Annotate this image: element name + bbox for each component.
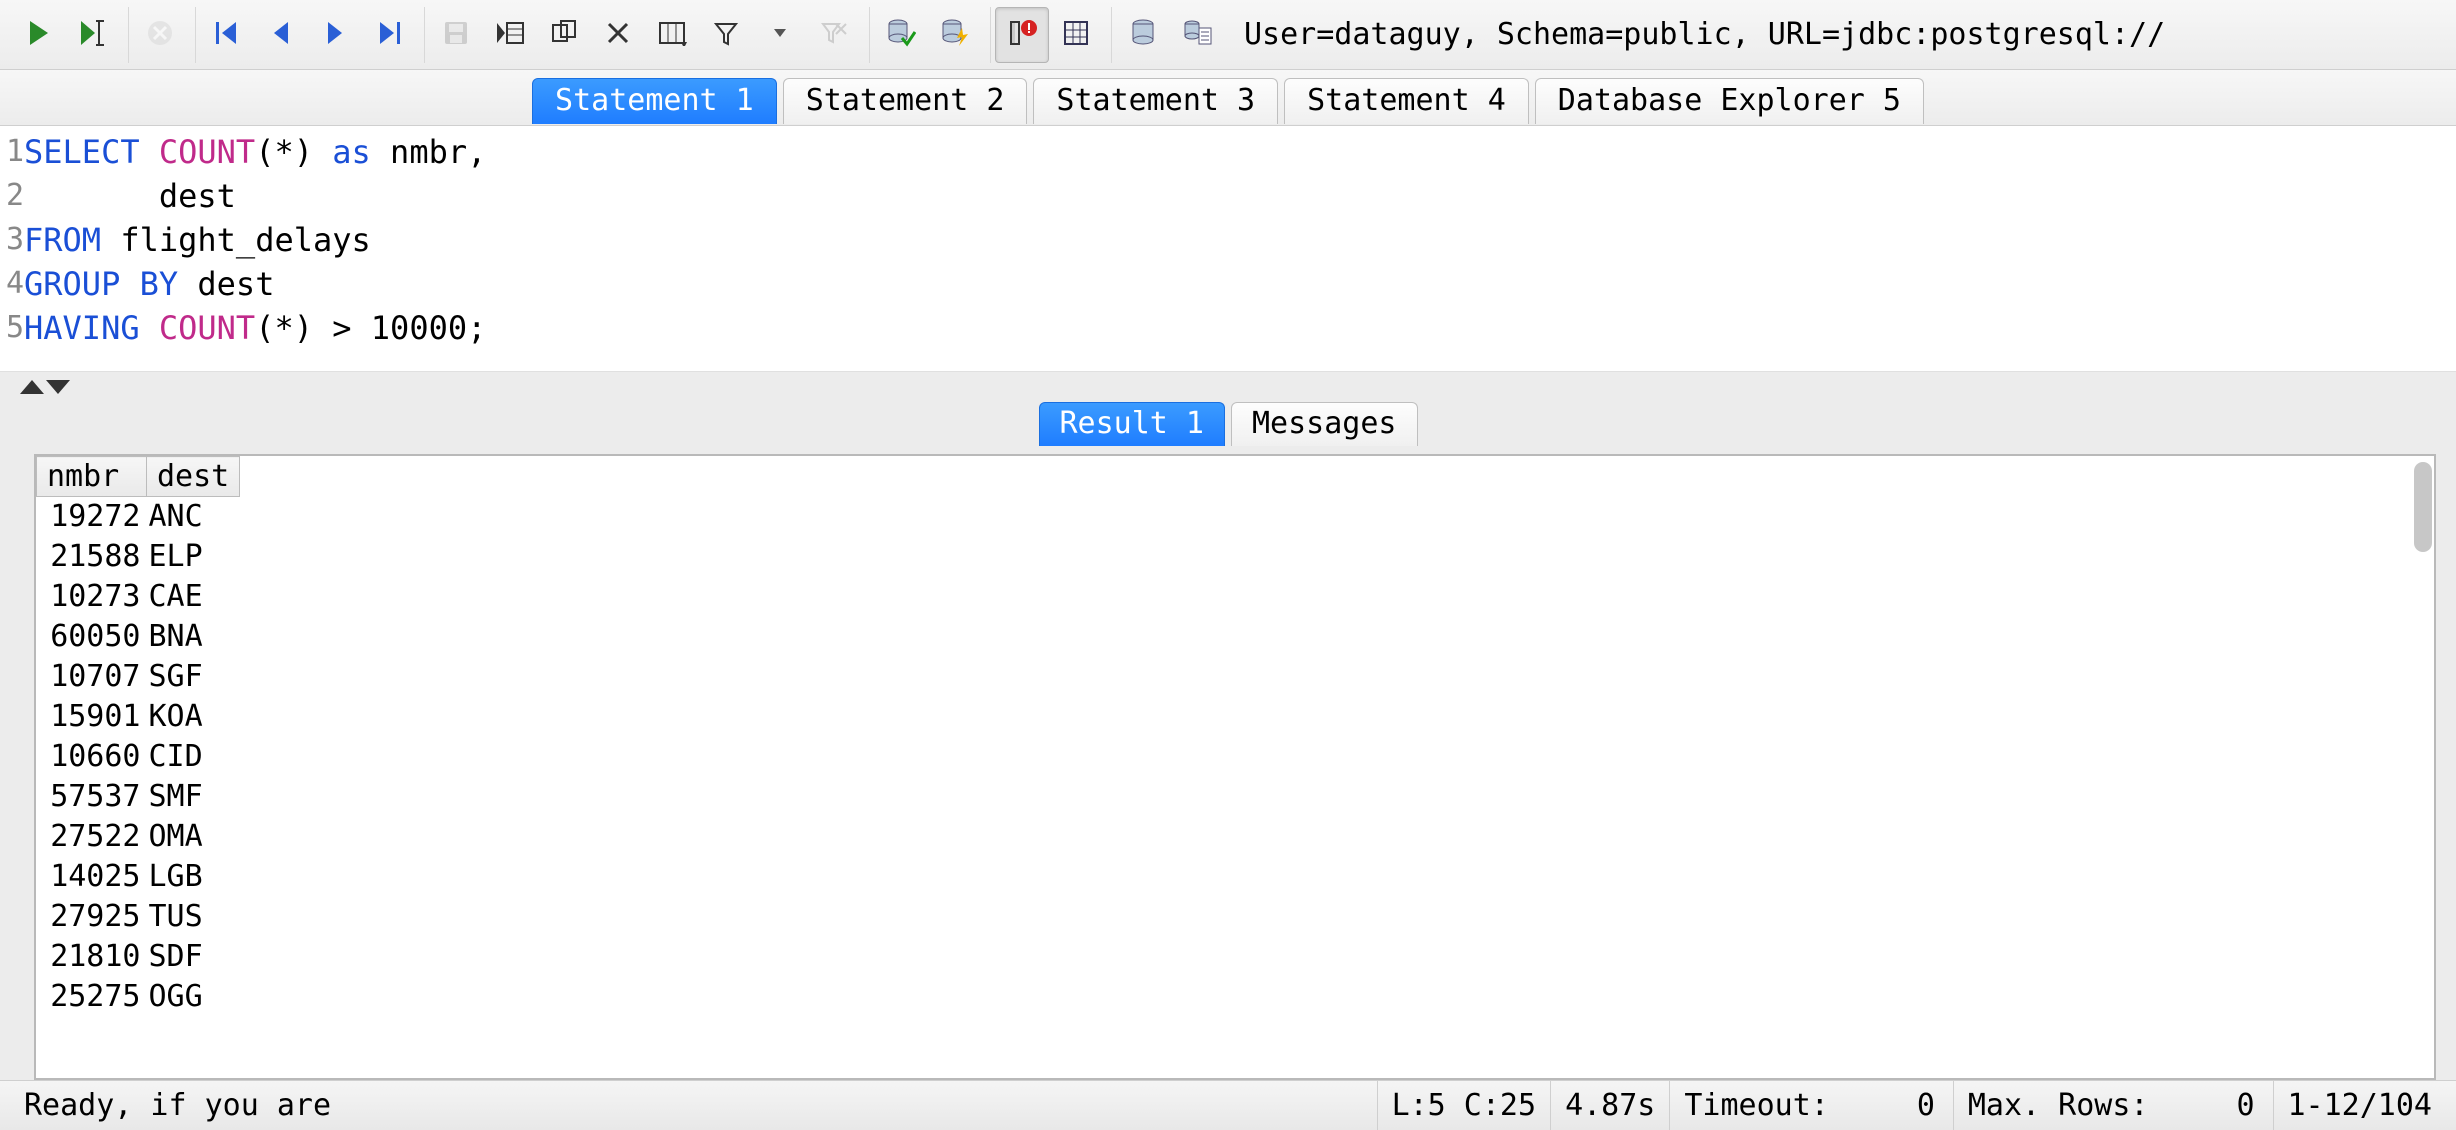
insert-row-icon: [495, 19, 525, 50]
maxrows-label: Max. Rows:: [1968, 1088, 2149, 1123]
columns-icon: [657, 20, 687, 49]
funnel-clear-icon: [820, 20, 848, 49]
save-button[interactable]: [429, 7, 483, 63]
play-icon: [27, 19, 51, 50]
db-browser-button[interactable]: [1116, 7, 1170, 63]
run-to-cursor-button[interactable]: [66, 7, 120, 63]
statement-tab[interactable]: Statement 2: [783, 78, 1028, 124]
insert-row-button[interactable]: [483, 7, 537, 63]
play-cursor-icon: [78, 19, 108, 50]
timeout-cell: Timeout:: [1669, 1081, 1953, 1130]
db-flash-icon: [940, 18, 970, 51]
stop-icon: [146, 19, 174, 50]
append-results-button[interactable]: [995, 7, 1049, 63]
sql-editor[interactable]: 1SELECT COUNT(*) as nmbr,2 dest3FROM fli…: [0, 126, 2456, 372]
row-range: 1-12/104: [2273, 1081, 2447, 1130]
funnel-icon: [713, 20, 739, 49]
column-header[interactable]: dest: [147, 457, 240, 497]
splitter-handle[interactable]: [0, 372, 2456, 394]
copy-row-icon: [549, 19, 579, 50]
table-row[interactable]: 10273CAE: [37, 577, 240, 617]
floppy-icon: [442, 19, 470, 50]
table-row[interactable]: 21588ELP: [37, 537, 240, 577]
status-message: Ready, if you are: [10, 1081, 1377, 1130]
rollback-button[interactable]: [928, 7, 982, 63]
table-row[interactable]: 27925TUS: [37, 897, 240, 937]
table-row[interactable]: 25275OGG: [37, 977, 240, 1017]
vertical-scrollbar[interactable]: [2414, 462, 2432, 552]
result-tabs: Result 1Messages: [0, 394, 2456, 446]
collapse-down-icon: [46, 380, 70, 394]
table-row[interactable]: 21810SDF: [37, 937, 240, 977]
stop-button[interactable]: [133, 7, 187, 63]
maxrows-cell: Max. Rows:: [1953, 1081, 2273, 1130]
table-row[interactable]: 15901KOA: [37, 697, 240, 737]
statement-tab[interactable]: Statement 3: [1033, 78, 1278, 124]
chevron-down-icon: [772, 25, 788, 44]
last-row-button[interactable]: [362, 7, 416, 63]
first-icon: [214, 20, 240, 49]
statement-tab[interactable]: Database Explorer 5: [1535, 78, 1924, 124]
timeout-input[interactable]: [1829, 1088, 1939, 1123]
result-area: nmbrdest 19272ANC21588ELP10273CAE60050BN…: [0, 446, 2456, 1080]
db-icon: [1130, 18, 1156, 51]
column-header[interactable]: nmbr: [37, 457, 147, 497]
select-columns-button[interactable]: [645, 7, 699, 63]
run-button[interactable]: [12, 7, 66, 63]
table-row[interactable]: 10660CID: [37, 737, 240, 777]
cursor-position: L:5 C:25: [1377, 1081, 1551, 1130]
append-alert-icon: [1007, 18, 1037, 51]
status-bar: Ready, if you are L:5 C:25 4.87s Timeout…: [0, 1080, 2456, 1130]
delete-row-button[interactable]: [591, 7, 645, 63]
prev-row-button[interactable]: [254, 7, 308, 63]
maxrows-input[interactable]: [2149, 1088, 2259, 1123]
table-row[interactable]: 19272ANC: [37, 497, 240, 538]
result-tab[interactable]: Messages: [1231, 402, 1418, 446]
table-row[interactable]: 57537SMF: [37, 777, 240, 817]
main-toolbar: User=dataguy, Schema=public, URL=jdbc:po…: [0, 0, 2456, 70]
clear-filter-button[interactable]: [807, 7, 861, 63]
db-check-icon: [886, 18, 916, 51]
table-row[interactable]: 14025LGB: [37, 857, 240, 897]
db-list-icon: [1182, 18, 1212, 51]
show-grid-button[interactable]: [1049, 7, 1103, 63]
elapsed-time: 4.87s: [1550, 1081, 1669, 1130]
connection-info: User=dataguy, Schema=public, URL=jdbc:po…: [1244, 17, 2448, 52]
timeout-label: Timeout:: [1684, 1088, 1829, 1123]
statement-tab[interactable]: Statement 4: [1284, 78, 1529, 124]
delete-x-icon: [605, 20, 631, 49]
grid-icon: [1062, 19, 1090, 50]
commit-button[interactable]: [874, 7, 928, 63]
result-table[interactable]: nmbrdest 19272ANC21588ELP10273CAE60050BN…: [36, 456, 240, 1017]
last-icon: [376, 20, 402, 49]
statement-tab[interactable]: Statement 1: [532, 78, 777, 124]
result-table-container[interactable]: nmbrdest 19272ANC21588ELP10273CAE60050BN…: [34, 454, 2436, 1080]
first-row-button[interactable]: [200, 7, 254, 63]
next-icon: [324, 20, 346, 49]
table-row[interactable]: 10707SGF: [37, 657, 240, 697]
copy-row-button[interactable]: [537, 7, 591, 63]
collapse-up-icon: [20, 380, 44, 394]
table-row[interactable]: 27522OMA: [37, 817, 240, 857]
table-row[interactable]: 60050BNA: [37, 617, 240, 657]
filter-dropdown-button[interactable]: [753, 7, 807, 63]
filter-button[interactable]: [699, 7, 753, 63]
next-row-button[interactable]: [308, 7, 362, 63]
statement-tabs: Statement 1Statement 2Statement 3Stateme…: [0, 70, 2456, 126]
prev-icon: [270, 20, 292, 49]
db-objects-button[interactable]: [1170, 7, 1224, 63]
result-tab[interactable]: Result 1: [1039, 402, 1226, 446]
